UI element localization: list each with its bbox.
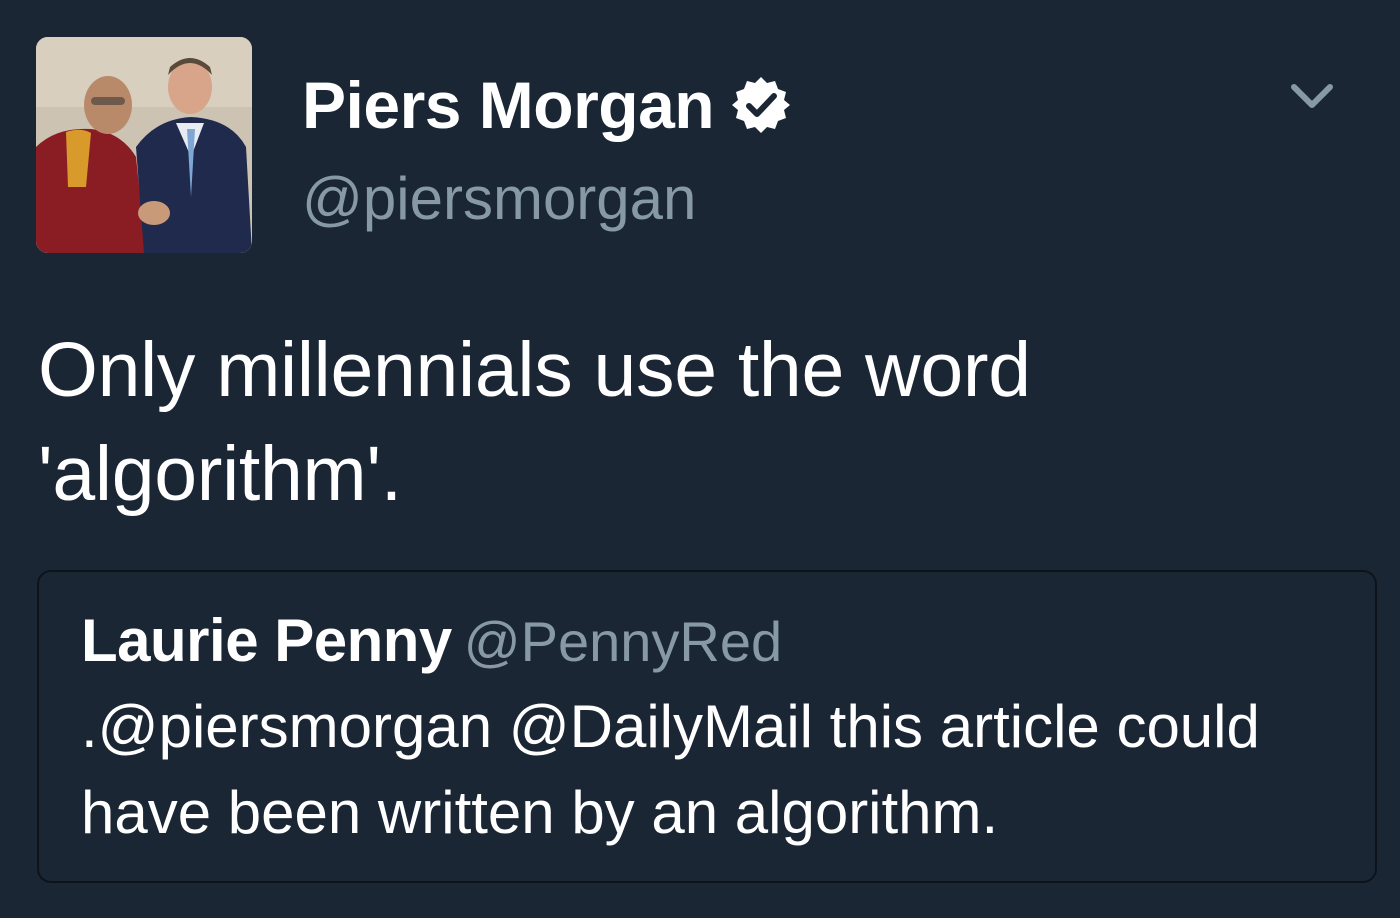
quoted-tweet[interactable]: Laurie Penny @PennyRed .@piersmorgan @Dai… (37, 570, 1377, 883)
tweet-text: Only millennials use the word 'algorithm… (38, 327, 1031, 517)
author-handle[interactable]: @piersmorgan (302, 164, 696, 234)
avatar[interactable] (36, 37, 252, 253)
quoted-tweet-header: Laurie Penny @PennyRed (81, 606, 782, 675)
author-display-name[interactable]: Piers Morgan (302, 66, 715, 144)
tweet-card: Piers Morgan @piersmorgan Only millennia… (0, 0, 1400, 918)
avatar-photo (36, 37, 252, 253)
chevron-down-icon[interactable] (1288, 78, 1336, 114)
quoted-author-name: Laurie Penny (81, 607, 452, 674)
quoted-tweet-text: .@piersmorgan @DailyMail this article co… (81, 693, 1260, 846)
author-name-row: Piers Morgan (302, 66, 792, 144)
quoted-author-handle: @PennyRed (463, 610, 783, 673)
verified-badge-icon (730, 74, 792, 136)
